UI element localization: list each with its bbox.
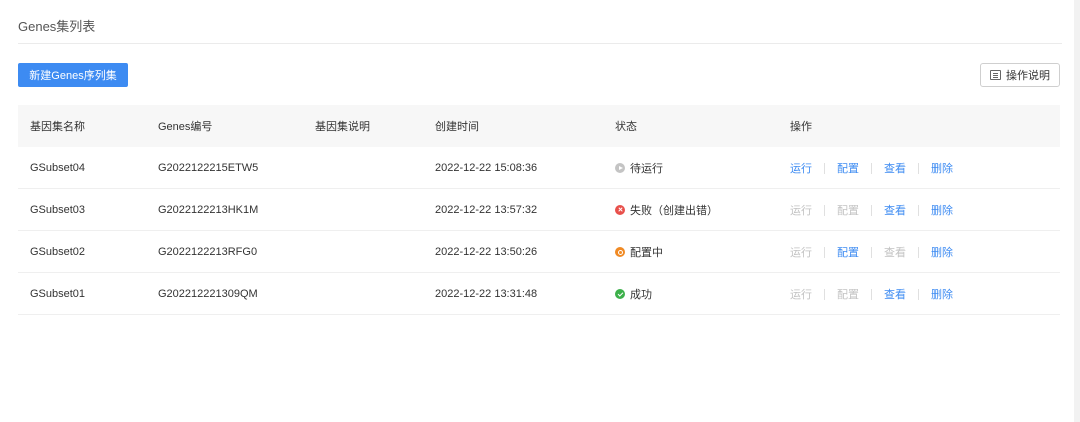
table-body: GSubset04 G2022122215ETW5 2022-12-22 15:08… [18,147,1060,315]
cell-name: GSubset01 [30,288,86,300]
action-divider [871,162,872,174]
cell-name: GSubset04 [30,162,86,174]
action-divider [871,204,872,216]
cell-name: GSubset03 [30,204,86,216]
action-1-link[interactable]: 配置 [837,286,859,302]
document-icon [990,70,1001,80]
action-3-link[interactable]: 删除 [931,160,953,176]
help-button[interactable]: 操作说明 [980,63,1060,87]
action-divider [871,246,872,258]
action-divider [824,162,825,174]
action-2-link[interactable]: 查看 [884,286,906,302]
help-button-label: 操作说明 [1006,70,1050,82]
action-1-link[interactable]: 配置 [837,244,859,260]
status-text: 失败（创建出错） [630,205,718,217]
cell-actions: 运行 配置 查看 删除 [790,273,953,315]
cell-created: 2022-12-22 15:08:36 [435,162,538,174]
cell-status: 待运行 [615,147,663,189]
header-name: 基因集名称 [30,121,85,133]
action-0-link[interactable]: 运行 [790,244,812,260]
action-3-link[interactable]: 删除 [931,244,953,260]
header-description: 基因集说明 [315,121,370,133]
genes-set-table: 基因集名称 Genes编号 基因集说明 创建时间 状态 操作 GSubset04… [18,105,1060,315]
cell-actions: 运行 配置 查看 删除 [790,231,953,273]
action-0-link[interactable]: 运行 [790,202,812,218]
cell-status: 成功 [615,273,652,315]
cell-status: 失败（创建出错） [615,189,718,231]
status-text: 成功 [630,289,652,301]
status-pending-icon [615,163,625,173]
action-1-link[interactable]: 配置 [837,160,859,176]
action-divider [824,288,825,300]
cell-created: 2022-12-22 13:50:26 [435,246,538,258]
action-0-link[interactable]: 运行 [790,160,812,176]
status-success-icon [615,289,625,299]
title-divider [18,43,1062,44]
status-config-icon [615,247,625,257]
page-title: Genes集列表 [18,19,96,34]
action-2-link[interactable]: 查看 [884,160,906,176]
cell-genes-id: G2022122213HK1M [158,204,259,216]
action-0-link[interactable]: 运行 [790,286,812,302]
cell-created: 2022-12-22 13:57:32 [435,204,538,216]
cell-genes-id: G2022122215ETW5 [158,162,259,174]
status-text: 配置中 [630,247,663,259]
table-row: GSubset02 G2022122213RFG0 2022-12-22 13:50… [18,231,1060,273]
cell-actions: 运行 配置 查看 删除 [790,147,953,189]
action-divider [918,288,919,300]
action-2-link[interactable]: 查看 [884,202,906,218]
header-actions: 操作 [790,121,812,133]
action-2-link[interactable]: 查看 [884,244,906,260]
table-row: GSubset04 G2022122215ETW5 2022-12-22 15:08… [18,147,1060,189]
header-status: 状态 [615,121,637,133]
header-genes-id: Genes编号 [158,121,213,133]
action-divider [918,204,919,216]
table-row: GSubset03 G2022122213HK1M 2022-12-22 13:57… [18,189,1060,231]
cell-name: GSubset02 [30,246,86,258]
status-text: 待运行 [630,163,663,175]
table-header: 基因集名称 Genes编号 基因集说明 创建时间 状态 操作 [18,105,1060,147]
vertical-scrollbar[interactable] [1074,0,1080,422]
action-3-link[interactable]: 删除 [931,202,953,218]
action-divider [824,246,825,258]
action-divider [918,246,919,258]
action-divider [824,204,825,216]
cell-genes-id: G202212221309QM [158,288,258,300]
action-1-link[interactable]: 配置 [837,202,859,218]
cell-genes-id: G2022122213RFG0 [158,246,258,258]
cell-created: 2022-12-22 13:31:48 [435,288,538,300]
new-genes-set-button[interactable]: 新建Genes序列集 [18,63,128,87]
action-divider [918,162,919,174]
header-created: 创建时间 [435,121,479,133]
action-3-link[interactable]: 删除 [931,286,953,302]
cell-actions: 运行 配置 查看 删除 [790,189,953,231]
cell-status: 配置中 [615,231,663,273]
table-row: GSubset01 G202212221309QM 2022-12-22 13:31… [18,273,1060,315]
status-failed-icon [615,205,625,215]
action-divider [871,288,872,300]
